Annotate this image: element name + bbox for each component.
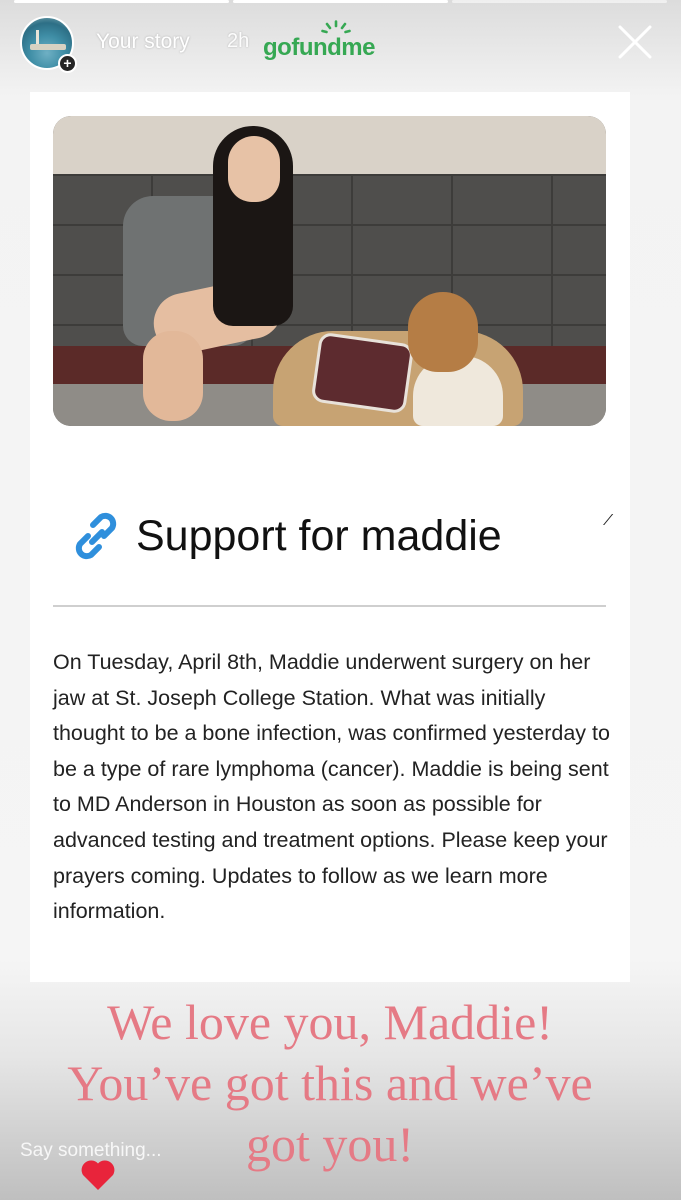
progress-segment xyxy=(233,0,448,3)
fundraiser-title[interactable]: Support for maddie xyxy=(136,512,502,561)
add-story-icon[interactable]: + xyxy=(58,54,77,73)
link-icon xyxy=(75,512,117,560)
story-viewer: + Your story 2h gofundme Support for mad… xyxy=(0,0,681,1200)
close-icon[interactable] xyxy=(617,24,653,60)
brand-logo-text: gofundme xyxy=(263,34,375,61)
divider xyxy=(53,605,606,607)
story-progress-bar xyxy=(14,0,667,3)
stray-mark: ⁄ xyxy=(607,512,610,529)
gofundme-logo: gofundme xyxy=(263,20,403,64)
photo-person-leg xyxy=(143,331,203,421)
username[interactable]: Your story xyxy=(96,30,190,54)
avatar-dock xyxy=(30,44,66,50)
fundraiser-description: On Tuesday, April 8th, Maddie underwent … xyxy=(53,650,610,924)
fundraiser-title-row[interactable]: Support for maddie xyxy=(68,504,608,564)
sun-rays-icon xyxy=(321,20,351,34)
photo-person-face xyxy=(228,136,280,202)
photo-dog-cape xyxy=(310,331,415,415)
progress-segment xyxy=(452,0,667,3)
story-header: + Your story 2h gofundme xyxy=(20,14,667,74)
progress-segment xyxy=(14,0,229,3)
photo-dog-head xyxy=(408,292,478,372)
heart-icon[interactable] xyxy=(78,1156,118,1192)
photo-wall-top xyxy=(53,116,606,174)
story-timestamp: 2h xyxy=(227,30,250,52)
fundraiser-photo xyxy=(53,116,606,426)
fundraiser-card[interactable]: Support for maddie ⁄ On Tuesday, April 8… xyxy=(30,92,630,982)
